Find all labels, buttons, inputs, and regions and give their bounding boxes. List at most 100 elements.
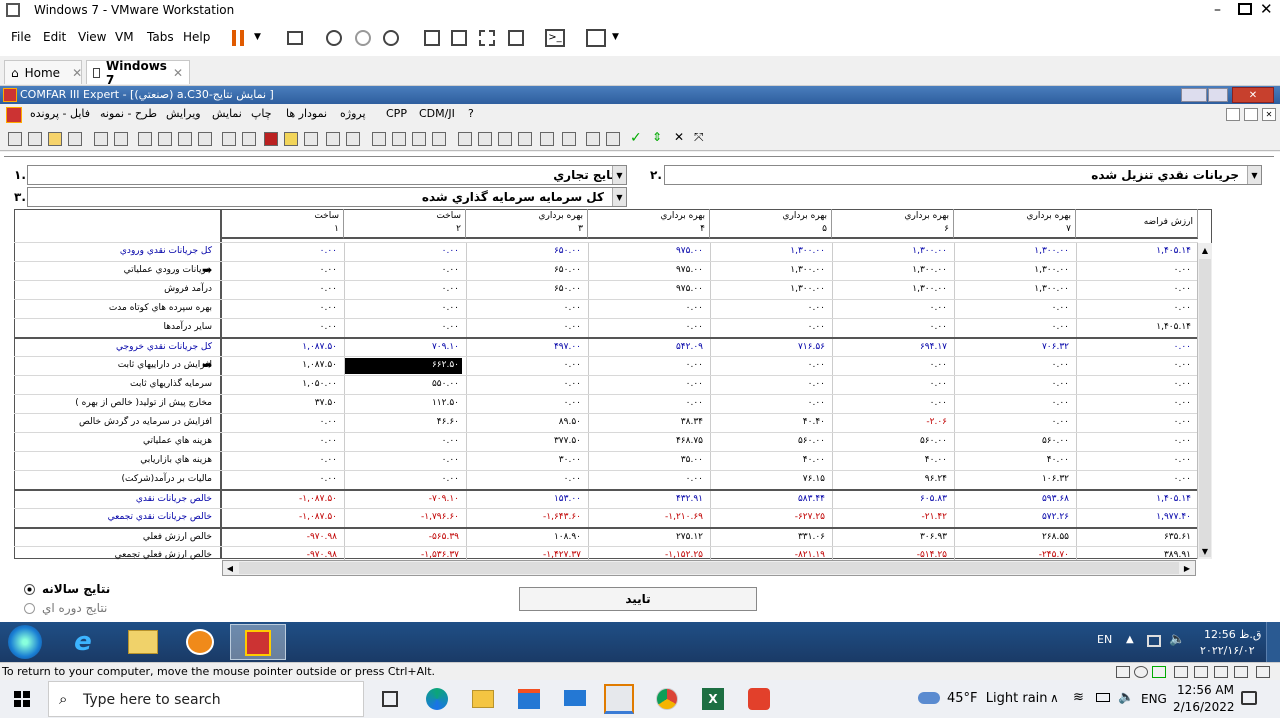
chevron-up-icon[interactable]: ∧: [1050, 691, 1059, 705]
table-cell[interactable]: ۱,۹۷۷.۴۰: [1076, 512, 1194, 522]
table-row[interactable]: افزايش در سرمايه در گردش خالص ۰.۰۰ ۴۶.۶۰ ۸۹…: [14, 413, 1198, 433]
table-cell[interactable]: ۰.۰۰: [222, 322, 340, 332]
table-cell[interactable]: ۴۰.۰۰: [710, 455, 828, 465]
table-cell[interactable]: ۵۹۳.۶۸: [954, 494, 1072, 504]
calc-icon[interactable]: [264, 132, 278, 146]
table-cell[interactable]: ۰.۰۰: [344, 246, 462, 256]
table-row[interactable]: خالص جريانات نقدي -۱,۰۸۷.۵۰ -۷۰۹.۱۰ ۱۵۳.۰۰ ۴…: [14, 489, 1198, 510]
menu-project[interactable]: پروژه: [340, 107, 366, 120]
report-icon[interactable]: [138, 132, 152, 146]
explorer-folder-icon[interactable]: [128, 630, 158, 654]
table-cell[interactable]: ۰.۰۰: [1076, 284, 1194, 294]
table-row[interactable]: درآمد فروش ۰.۰۰ ۰.۰۰ ۶۵۰.۰۰ ۹۷۵.۰۰ ۱,۳۰۰.۰۰ ۱,…: [14, 280, 1198, 300]
sheet-icon[interactable]: [222, 132, 236, 146]
table-cell[interactable]: ۷۰۶.۳۲: [954, 342, 1072, 352]
table-cell[interactable]: -۶۲۷.۲۵: [710, 512, 828, 522]
table-select[interactable]: ▼ كل سرمايه سرمايه گذاري شده: [27, 187, 627, 207]
table-cell[interactable]: ۱,۳۰۰.۰۰: [832, 265, 950, 275]
table-cell[interactable]: ۷۶.۱۵: [710, 474, 828, 484]
table-cell[interactable]: ۱,۳۰۰.۰۰: [954, 284, 1072, 294]
tab-home[interactable]: ⌂ Home ✕: [4, 60, 82, 84]
table-cell[interactable]: ۵۴۲.۰۹: [588, 342, 706, 352]
table-cell[interactable]: ۳۸.۳۴: [588, 417, 706, 427]
table-cell[interactable]: -۵۶۵.۳۹: [344, 532, 462, 542]
table-cell[interactable]: -۱,۱۵۲.۲۵: [588, 550, 706, 560]
table-cell[interactable]: ۵۶۰.۰۰: [954, 436, 1072, 446]
table-cell[interactable]: ۰.۰۰: [1076, 265, 1194, 275]
collapse-icon[interactable]: ✕: [674, 130, 684, 144]
table-cell[interactable]: -۲.۰۶: [832, 417, 950, 427]
table-cell[interactable]: ۰.۰۰: [954, 398, 1072, 408]
periodic-results-radio[interactable]: [24, 603, 35, 614]
table-cell[interactable]: ۰.۰۰: [1076, 303, 1194, 313]
table-cell[interactable]: ۰.۰۰: [588, 360, 706, 370]
minimize-button[interactable]: [1181, 88, 1207, 102]
table-cell[interactable]: ۰.۰۰: [832, 303, 950, 313]
table-cell[interactable]: ۰.۰۰: [710, 379, 828, 389]
maximize-button[interactable]: [1238, 3, 1252, 15]
menu-view[interactable]: View: [78, 30, 106, 44]
table-cell[interactable]: ۴۶.۶۰: [344, 417, 462, 427]
table-cell[interactable]: ۰.۰۰: [466, 379, 584, 389]
comfar-taskbar-button[interactable]: [230, 624, 286, 660]
language-indicator[interactable]: EN: [1097, 633, 1112, 646]
fullscreen-icon[interactable]: [479, 30, 495, 46]
table-cell[interactable]: ۱,۴۰۵.۱۴: [1076, 322, 1194, 332]
table-cell[interactable]: -۹۷۰.۹۸: [222, 550, 340, 560]
table-cell[interactable]: ۳۳۱.۰۶: [710, 532, 828, 542]
table-cell[interactable]: ۶۵۰.۰۰: [466, 265, 584, 275]
table-cell[interactable]: ۰.۰۰: [832, 360, 950, 370]
print-preview-icon[interactable]: [114, 132, 128, 146]
table-cell[interactable]: ۴۰.۴۰: [710, 417, 828, 427]
table-cell[interactable]: ۸۹.۵۰: [466, 417, 584, 427]
device-cd-icon[interactable]: [1134, 666, 1148, 678]
table-cell[interactable]: ۰.۰۰: [222, 265, 340, 275]
report-select[interactable]: ▼ جريانات نقدي تنزيل شده: [664, 165, 1262, 185]
table-row[interactable]: هزينه هاي عملياتي ۰.۰۰ ۰.۰۰ ۳۷۷.۵۰ ۴۶۸.۷۵ ۵۶۰…: [14, 432, 1198, 452]
table-cell[interactable]: ۰.۰۰: [710, 360, 828, 370]
align-icon[interactable]: [498, 132, 512, 146]
table-cell[interactable]: ۰.۰۰: [1076, 379, 1194, 389]
store-icon[interactable]: [518, 689, 540, 709]
device-display-icon[interactable]: [1234, 666, 1248, 678]
table-row[interactable]: جريانات ورودي عملياتي ۰.۰۰ ۰.۰۰ ۶۵۰.۰۰ ۹۷۵.۰…: [14, 261, 1198, 281]
table-cell[interactable]: ۰.۰۰: [710, 303, 828, 313]
volume-icon[interactable]: 🔈: [1169, 632, 1185, 647]
sidebar-icon[interactable]: [424, 30, 440, 46]
annual-results-radio[interactable]: [24, 584, 35, 595]
snapshot-manager-icon[interactable]: [383, 30, 399, 46]
grid-icon[interactable]: [178, 132, 192, 146]
table-cell[interactable]: -۲۴۵.۷۰: [954, 550, 1072, 560]
table-cell[interactable]: ۷۰۹.۱۰: [344, 342, 462, 352]
chevron-down-icon[interactable]: ▼: [254, 32, 261, 42]
close-button[interactable]: ✕: [1260, 0, 1273, 18]
network-icon[interactable]: [1147, 635, 1161, 647]
scroll-left-arrow-icon[interactable]: ◀: [223, 561, 237, 575]
console-view-icon[interactable]: [451, 30, 467, 46]
hscroll-thumb[interactable]: [239, 562, 1179, 574]
show-desktop-button[interactable]: [1266, 622, 1280, 662]
table-cell[interactable]: ۱,۰۸۷.۵۰: [222, 342, 340, 352]
vertical-scrollbar[interactable]: ▲ ▼: [1197, 243, 1212, 559]
table-cell[interactable]: ۳۸۹.۹۱: [1076, 550, 1194, 560]
table-cell[interactable]: ۱,۳۰۰.۰۰: [710, 246, 828, 256]
excel-icon[interactable]: X: [702, 688, 724, 710]
menu-charts[interactable]: نمودار ها: [286, 107, 327, 120]
menu-tabs[interactable]: Tabs: [147, 30, 174, 44]
internet-explorer-icon[interactable]: e: [68, 627, 98, 657]
table-cell[interactable]: ۱,۳۰۰.۰۰: [954, 246, 1072, 256]
menu-cpp[interactable]: CPP: [386, 107, 407, 120]
table-row[interactable]: كل جريانات نقدي ورودي ۰.۰۰ ۰.۰۰ ۶۵۰.۰۰ ۹۷۵.۰…: [14, 242, 1198, 262]
paste-icon[interactable]: [412, 132, 426, 146]
table-cell[interactable]: -۹۷۰.۹۸: [222, 532, 340, 542]
show-hidden-icons-icon[interactable]: ▲: [1126, 634, 1134, 645]
table-cell[interactable]: ۰.۰۰: [222, 303, 340, 313]
stretch-icon[interactable]: [586, 29, 606, 47]
table-cell[interactable]: ۴۰.۰۰: [954, 455, 1072, 465]
table-cell[interactable]: ۶۵۰.۰۰: [466, 246, 584, 256]
updown-icon[interactable]: ⇕: [652, 130, 662, 144]
table-cell[interactable]: ۲۷۵.۱۲: [588, 532, 706, 542]
table-cell[interactable]: ۰.۰۰: [344, 284, 462, 294]
table-cell[interactable]: ۴۶۸.۷۵: [588, 436, 706, 446]
table-cell[interactable]: ۱,۰۸۷.۵۰: [222, 360, 340, 370]
